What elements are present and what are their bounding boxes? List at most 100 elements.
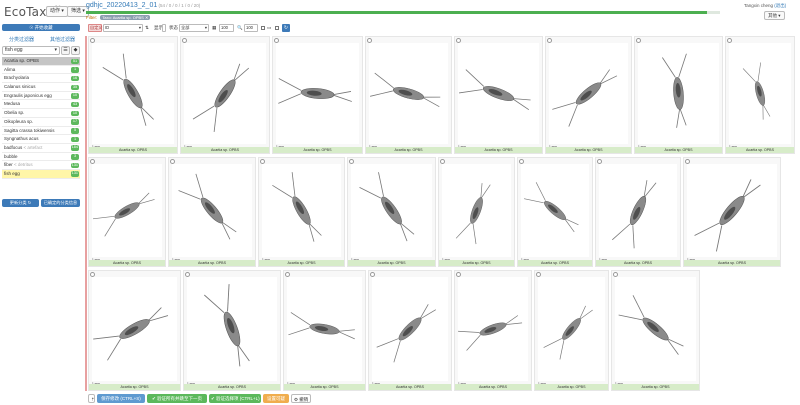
object-card[interactable]: 1 mmAcartia sp. OPBS [88, 36, 178, 154]
category-item[interactable]: Alima 1 [2, 66, 80, 75]
object-card[interactable]: 1 mmAcartia sp. OPBS [347, 157, 436, 267]
page-size-select[interactable]: 100 [219, 24, 234, 32]
object-card[interactable]: 1 mmAcartia sp. OPBS [283, 270, 366, 391]
close-icon[interactable]: ✕ [145, 15, 148, 20]
copepod-image [458, 69, 531, 111]
sort-order-icon[interactable]: ⇅ [145, 24, 149, 32]
save-changes-button[interactable]: 保存修改 (CTRL+S) [97, 394, 145, 403]
object-card[interactable]: 1 mmAcartia sp. OPBS [258, 157, 345, 267]
object-card[interactable]: 1 mmAcartia sp. OPBS [517, 157, 593, 267]
category-item[interactable]: Obelia sp. 10 [2, 109, 80, 118]
specimen-image[interactable] [615, 277, 696, 381]
specimen-image[interactable] [372, 277, 448, 381]
specimen-image[interactable] [521, 164, 589, 257]
display-select[interactable] [162, 24, 166, 32]
specimen-image[interactable] [276, 43, 359, 144]
apply-view-button[interactable]: ↻ [282, 24, 290, 32]
object-card[interactable]: 1 mmAcartia sp. OPBS [365, 36, 452, 154]
update-classification-button[interactable]: 更新分类 ↻ [2, 199, 39, 207]
logout-link[interactable]: (退出) [774, 3, 786, 8]
specimen-image[interactable] [184, 43, 266, 144]
taxon-label: Acartia sp. OPBS [348, 260, 435, 266]
object-card[interactable]: 1 mmAcartia sp. OPBS [183, 270, 281, 391]
set-dubious-button[interactable]: 设置可疑 [263, 394, 289, 403]
category-item[interactable]: Medusa 43 [2, 100, 80, 110]
category-item[interactable]: Sagitta crassa tokiwensis 5 [2, 127, 80, 136]
sort-field-select[interactable]: ID ▾ [103, 24, 143, 32]
specimen-image[interactable] [458, 277, 528, 381]
category-item[interactable]: Oikopleura sp. 17 [2, 118, 80, 127]
project-title[interactable]: gdhjc_20220413_2_01 (54 / 0 / 0 / 1 / 0 … [86, 2, 200, 9]
object-card[interactable]: 1 mmAcartia sp. OPBS [725, 36, 795, 154]
thumbtack-icon[interactable]: ⇡ [88, 394, 95, 403]
specimen-image[interactable] [172, 164, 252, 257]
object-card[interactable]: 1 mmAcartia sp. OPBS [88, 157, 166, 267]
object-card[interactable]: 1 mmAcartia sp. OPBS [272, 36, 363, 154]
object-card[interactable]: 1 mmAcartia sp. OPBS [595, 157, 681, 267]
specimen-image[interactable] [458, 43, 539, 144]
specimen-image[interactable] [538, 277, 605, 381]
start-favorite-button[interactable]: ☉ 开始收藏 [2, 24, 80, 31]
specimen-image[interactable] [729, 43, 791, 144]
specimen-image[interactable] [187, 277, 277, 381]
specimen-image[interactable] [262, 164, 341, 257]
state-select[interactable]: 全部 ▾ [179, 24, 209, 32]
validate-selected-button[interactable]: ✔ 验证选择项 (CTRL+L) [209, 394, 261, 403]
specimen-image[interactable] [351, 164, 432, 257]
category-item[interactable]: Acartia sp. OPBS 51 [2, 57, 80, 66]
tab-other-filters[interactable]: 其他过滤器 [50, 36, 75, 43]
object-card[interactable]: 1 mmAcartia sp. OPBS [634, 36, 723, 154]
specimen-image[interactable] [442, 164, 511, 257]
specimen-image[interactable] [92, 43, 174, 144]
language-select[interactable]: 其他 ▾ [764, 11, 785, 20]
specimen-image[interactable] [369, 43, 448, 144]
antenna [393, 340, 401, 363]
object-card[interactable]: 1 mmAcartia sp. OPBS [534, 270, 609, 391]
specimen-image[interactable] [549, 43, 628, 144]
filter-tag[interactable]: Taxo: Acartia sp. OPBS ✕ [100, 15, 151, 20]
undo-button[interactable]: ⚙ 撤销 [291, 394, 311, 403]
category-item[interactable]: Engraulis japonicus egg 10 [2, 92, 80, 101]
specimen-image[interactable] [92, 277, 177, 381]
object-card[interactable]: 1 mmAcartia sp. OPBS [454, 36, 543, 154]
list-icon[interactable]: ☰ [61, 46, 70, 55]
specimen-image[interactable] [638, 43, 719, 144]
panel-divider[interactable] [85, 36, 87, 391]
tag-icon[interactable]: ◆ [71, 46, 80, 55]
specimen-image[interactable] [687, 164, 777, 257]
tab-taxonomy-filter[interactable]: 分类过滤器 [9, 36, 34, 43]
object-card[interactable]: 1 mmAcartia sp. OPBS [683, 157, 781, 267]
category-item[interactable]: Syngnathus acus 1 [2, 135, 80, 144]
extra-checkbox[interactable] [275, 26, 279, 30]
validation-progress-bar [86, 11, 720, 14]
validated-classification-button[interactable]: 已确定的分类信息 [41, 199, 80, 207]
taxon-search-input[interactable]: fish egg ▾ [2, 46, 60, 55]
object-card[interactable]: 1 mmAcartia sp. OPBS [168, 157, 256, 267]
specimen-image[interactable] [92, 164, 162, 257]
sort-badge[interactable]: 自定义排列 [88, 24, 111, 32]
antenna [178, 190, 201, 200]
category-item[interactable]: bubble 3 [2, 153, 80, 162]
category-item[interactable]: Brachyolaria 16 [2, 74, 80, 84]
antenna [612, 223, 631, 241]
category-count-badge: 35 [71, 84, 79, 91]
popup-checkbox[interactable] [261, 26, 265, 30]
object-card[interactable]: 1 mmAcartia sp. OPBS [180, 36, 270, 154]
action-menu-button[interactable]: 动作 ▾ [46, 6, 68, 17]
object-card[interactable]: 1 mmAcartia sp. OPBS [438, 157, 515, 267]
object-card[interactable]: 1 mmAcartia sp. OPBS [611, 270, 700, 391]
specimen-image[interactable] [287, 277, 362, 381]
validate-all-next-button[interactable]: ✔ 验证所有并跳至下一页 [147, 394, 207, 403]
category-item[interactable]: badfocus < artefact 184 [2, 144, 80, 153]
category-item[interactable]: fish egg 131 [2, 169, 80, 179]
zoom-select[interactable]: 100 [244, 24, 258, 32]
category-item[interactable]: fiber < detritus 131 [2, 161, 80, 170]
object-card[interactable]: 1 mmAcartia sp. OPBS [454, 270, 532, 391]
antenna [679, 107, 687, 126]
object-card[interactable]: 1 mmAcartia sp. OPBS [88, 270, 181, 391]
object-card[interactable]: 1 mmAcartia sp. OPBS [545, 36, 632, 154]
object-card[interactable]: 1 mmAcartia sp. OPBS [368, 270, 452, 391]
specimen-image[interactable] [599, 164, 677, 257]
category-item[interactable]: Calanus sinicus 35 [2, 83, 80, 92]
bottom-action-bar: ⇡ 保存修改 (CTRL+S) ✔ 验证所有并跳至下一页 ✔ 验证选择项 (CT… [88, 392, 800, 405]
